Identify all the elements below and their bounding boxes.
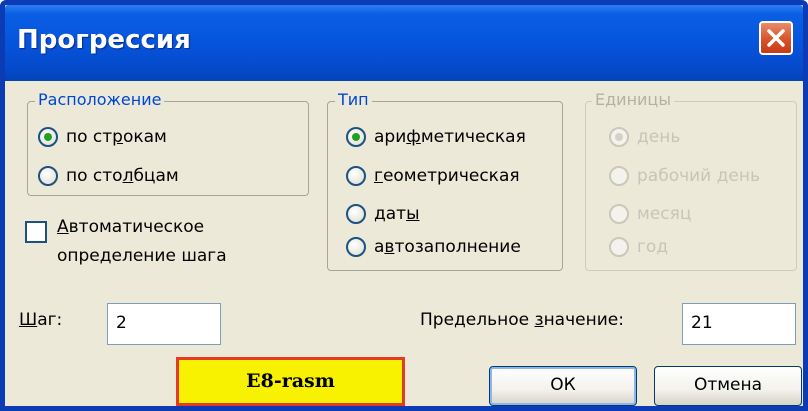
dialog-title: Прогрессия [17,25,191,55]
radio-label: автозаполнение [374,237,521,257]
type-legend: Тип [335,90,372,109]
auto-step-label-line1[interactable]: Автоматическое [57,217,204,237]
radio-label: месяц [637,204,692,224]
radio-label: год [637,237,669,257]
radio-button [609,127,629,147]
radio-month: месяц [609,204,691,224]
ok-button[interactable]: ОК [489,366,637,406]
radio-label: по строкам [66,127,167,147]
radio-day: день [609,127,680,147]
arrangement-legend: Расположение [35,90,165,109]
radio-button[interactable] [38,127,58,147]
figure-caption: E8-rasm [176,357,405,406]
radio-button[interactable] [346,237,366,257]
radio-label: рабочий день [637,166,760,186]
radio-button[interactable] [38,166,58,186]
auto-step-label-line2[interactable]: определение шага [57,246,227,266]
radio-button[interactable] [346,204,366,224]
radio-autofill[interactable]: автозаполнение [346,237,521,257]
close-icon [767,29,785,47]
limit-input[interactable]: 21 [682,303,796,345]
radio-label: арифметическая [374,127,526,147]
radio-arithmetic[interactable]: арифметическая [346,127,526,147]
radio-by-columns[interactable]: по столбцам [38,166,179,186]
radio-label: геометрическая [374,166,520,186]
radio-workday: рабочий день [609,166,760,186]
radio-dates[interactable]: даты [346,204,420,224]
auto-step-checkbox[interactable] [25,221,47,243]
limit-label: Предельное значение: [420,310,624,330]
radio-label: день [637,127,681,147]
step-label: Шаг: [19,310,63,330]
title-bar[interactable]: Прогрессия [5,5,803,81]
radio-by-rows[interactable]: по строкам [38,127,167,147]
radio-button [609,166,629,186]
cancel-button[interactable]: Отмена [654,366,802,406]
radio-button[interactable] [346,166,366,186]
radio-year: год [609,237,668,257]
radio-button [609,237,629,257]
units-legend: Единицы [592,90,674,109]
radio-button[interactable] [346,127,366,147]
radio-label: по столбцам [66,166,179,186]
close-button[interactable] [759,21,793,55]
step-input[interactable]: 2 [107,303,221,345]
radio-button [609,204,629,224]
radio-geometric[interactable]: геометрическая [346,166,520,186]
progression-dialog: Прогрессия Расположение по строкам по ст… [0,0,808,411]
radio-label: даты [374,204,420,224]
